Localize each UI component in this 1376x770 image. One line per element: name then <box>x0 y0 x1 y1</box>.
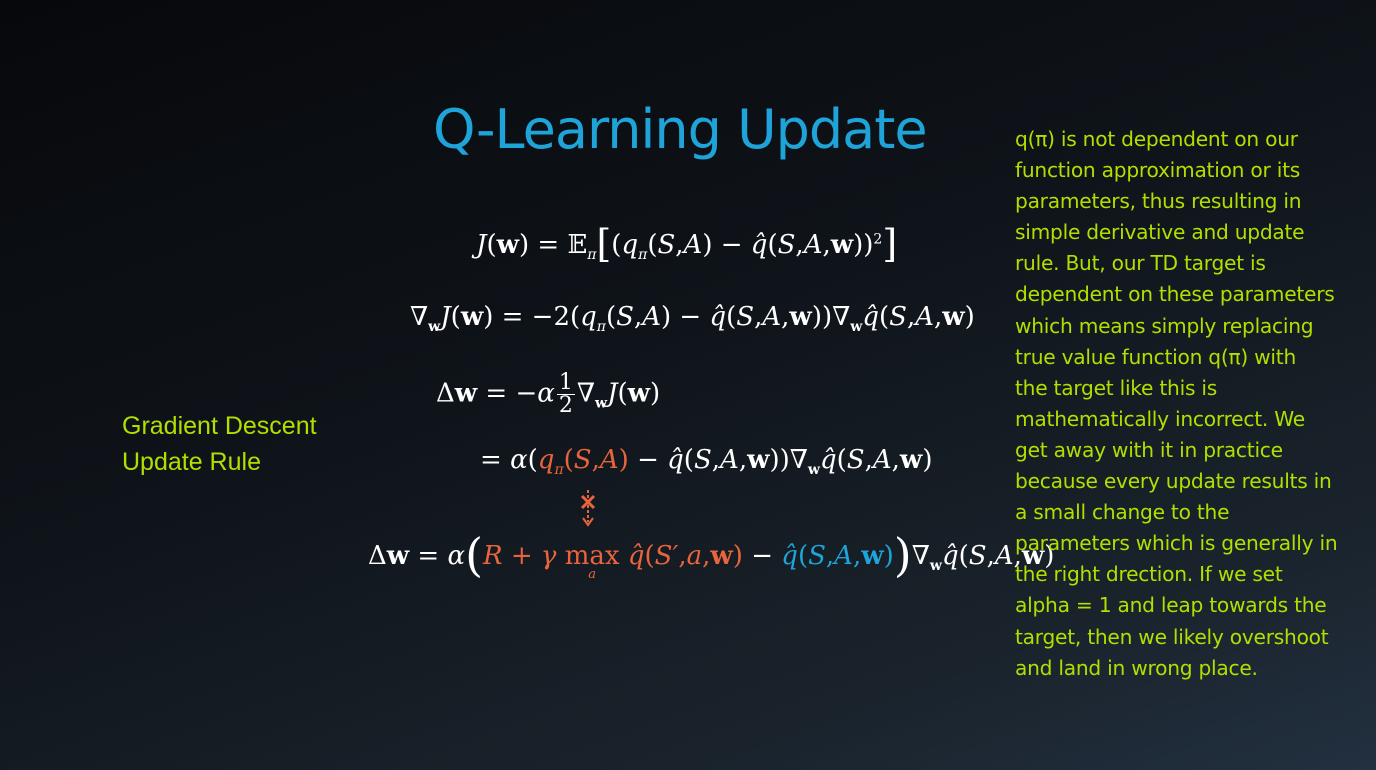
substitution-arrow-icon <box>580 490 596 527</box>
slide-title: Q-Learning Update <box>433 98 928 161</box>
equation-gradient: ∇wJ(w) = −2(qπ(S,A) − q̂(S,A,w))∇wq̂(S,A… <box>410 302 975 336</box>
note-line: get away with it in practice <box>1015 437 1283 462</box>
gradient-descent-label: Gradient Descent Update Rule <box>122 408 317 480</box>
fraction-one-half: 12 <box>556 370 575 418</box>
note-line: dependent on these parameters <box>1015 282 1335 307</box>
note-line: true value function q(π) with <box>1015 344 1297 369</box>
note-line: parameters, thus resulting in <box>1015 189 1302 214</box>
note-line: q(π) is not dependent on our <box>1015 127 1298 151</box>
note-line: a small change to the <box>1015 500 1230 525</box>
note-line: and land in wrong place. <box>1015 655 1258 680</box>
side-label-line: Update Rule <box>122 448 261 476</box>
note-line: which means simply replacing <box>1015 313 1314 338</box>
note-line: alpha = 1 and leap towards the <box>1015 593 1327 618</box>
note-line: because every update results in <box>1015 469 1332 494</box>
note-line: the target like this is <box>1015 375 1217 400</box>
note-line: mathematically incorrect. We <box>1015 406 1305 431</box>
equation-expanded-update: = α(qπ(S,A) − q̂(S,A,w))∇wq̂(S,A,w) <box>480 445 933 479</box>
explanation-note: q(π) is not dependent on our function ap… <box>1015 124 1360 684</box>
equation-objective: J(w) = 𝔼π[(qπ(S,A) − q̂(S,A,w))2] <box>476 222 898 266</box>
equation-weight-update: Δw = −α 1 2 ∇wJ(w) <box>436 370 661 418</box>
note-line: function approximation or its <box>1015 158 1301 183</box>
note-line: parameters which is generally in <box>1015 531 1338 556</box>
note-line: rule. But, our TD target is <box>1015 251 1266 276</box>
note-line: the right drection. If we set <box>1015 562 1283 587</box>
note-line: simple derivative and update <box>1015 220 1305 245</box>
side-label-line: Gradient Descent <box>122 412 317 440</box>
equation-q-learning-update: Δw = α(R + γ max a q̂(S′,a,w) − q̂(S,A,w)… <box>368 528 1055 582</box>
note-line: target, then we likely overshoot <box>1015 624 1329 649</box>
